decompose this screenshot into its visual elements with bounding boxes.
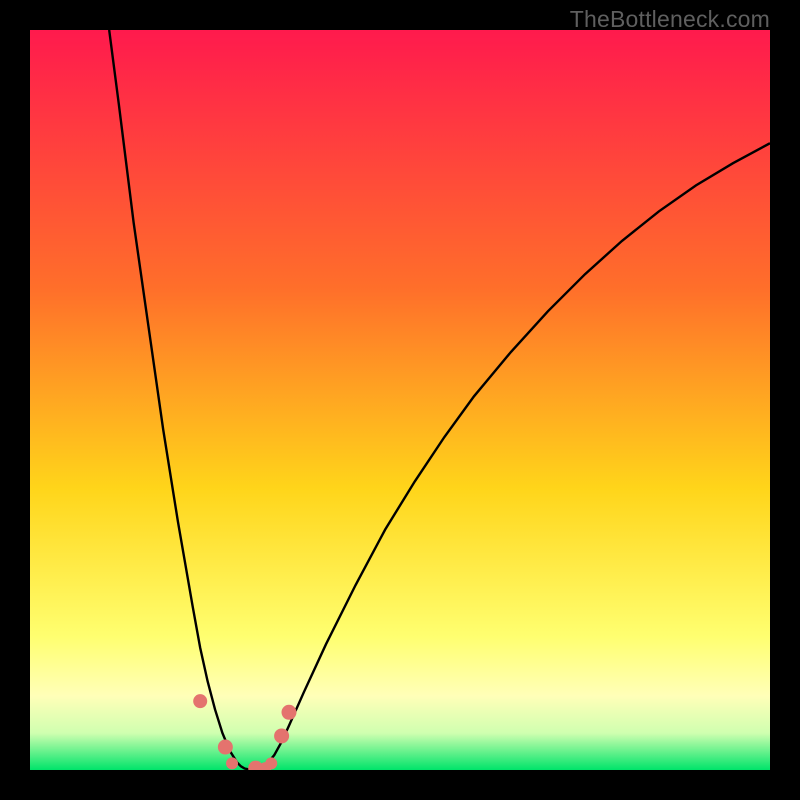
data-marker — [274, 728, 289, 743]
data-marker — [226, 757, 238, 769]
chart-frame — [30, 30, 770, 770]
data-marker — [282, 705, 297, 720]
gradient-background — [30, 30, 770, 770]
data-marker — [265, 757, 277, 769]
watermark-text: TheBottleneck.com — [570, 6, 770, 33]
bottleneck-chart — [30, 30, 770, 770]
data-marker — [193, 694, 207, 708]
data-marker — [218, 740, 233, 755]
